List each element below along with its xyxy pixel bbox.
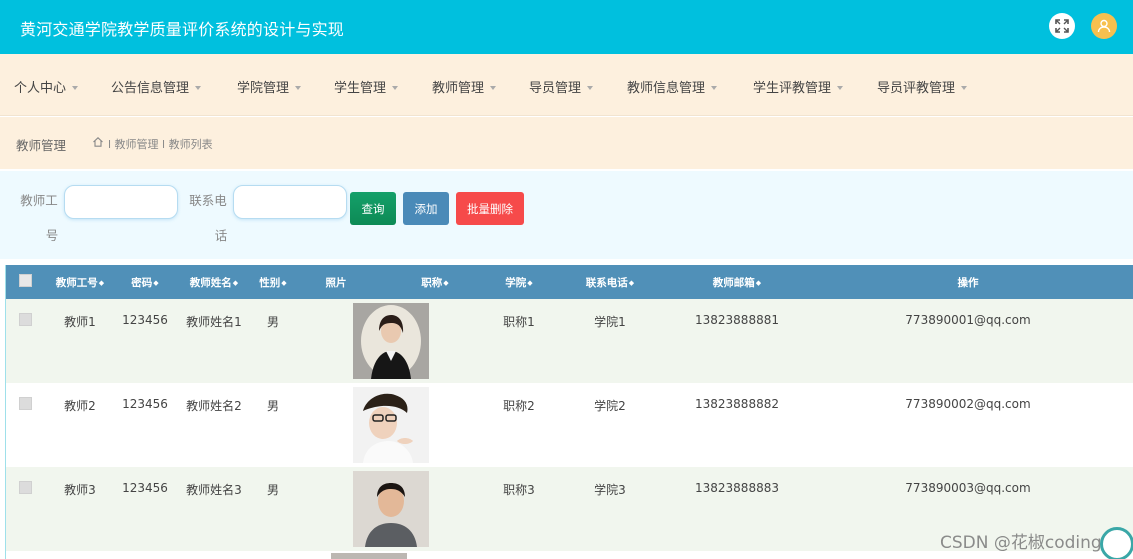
gender-cell: 男 — [266, 483, 279, 497]
column-header-name[interactable]: 教师姓名◆ — [174, 265, 254, 299]
column-header-email[interactable]: 教师邮箱◆ — [672, 265, 802, 299]
add-button[interactable]: 添加 — [403, 192, 449, 225]
college-cell: 学院2 — [594, 399, 626, 413]
teacher-no-cell: 教师3 — [64, 483, 96, 497]
sort-icon[interactable]: ◆ — [99, 279, 104, 287]
menu-item-notice-management[interactable]: 公告信息管理 — [111, 77, 202, 96]
college-cell: 学院3 — [594, 483, 626, 497]
sort-icon[interactable]: ◆ — [443, 279, 448, 287]
batch-delete-button[interactable]: 批量删除 — [456, 192, 524, 225]
menu-item-teacher-info-management[interactable]: 教师信息管理 — [627, 77, 718, 96]
sort-icon[interactable]: ◆ — [281, 279, 286, 287]
chevron-down-icon — [837, 86, 844, 90]
phone-label-line2: 话 — [214, 228, 228, 243]
row-checkbox[interactable] — [18, 481, 32, 494]
watermark: CSDN @花椒coding — [940, 533, 1102, 553]
title-cell: 职称1 — [503, 315, 535, 329]
name-cell: 教师姓名3 — [186, 483, 242, 497]
row-checkbox[interactable] — [18, 397, 32, 410]
chevron-down-icon — [195, 86, 202, 90]
column-header-password[interactable]: 密码◆ — [116, 265, 174, 299]
menu-item-student-evaluation[interactable]: 学生评教管理 — [753, 77, 844, 96]
phone-label: 联系电 — [189, 193, 227, 208]
column-header-gender[interactable]: 性别◆ — [254, 265, 292, 299]
college-cell: 学院1 — [594, 315, 626, 329]
section-title: 教师管理 — [16, 138, 67, 153]
select-all-cell — [6, 265, 44, 299]
gender-cell: 男 — [266, 315, 279, 329]
search-button[interactable]: 查询 — [350, 192, 396, 225]
breadcrumb: l 教师管理 l 教师列表 — [108, 138, 213, 151]
email-cell: 773890001@qq.com — [905, 313, 1031, 327]
phone-cell: 13823888883 — [695, 481, 779, 495]
email-cell: 773890002@qq.com — [905, 397, 1031, 411]
teacher-photo — [353, 471, 429, 547]
menu-item-student-management[interactable]: 学生管理 — [334, 77, 399, 96]
phone-cell: 13823888882 — [695, 397, 779, 411]
menu-item-counselor-evaluation[interactable]: 导员评教管理 — [877, 77, 968, 96]
teacher-no-cell: 教师1 — [64, 315, 96, 329]
teacher-table: 教师工号◆ 密码◆ 教师姓名◆ 性别◆ 照片 职称◆ 学院◆ 联系电话◆ 教师邮… — [5, 265, 1133, 559]
column-header-actions: 操作 — [957, 276, 979, 289]
teacher-no-input[interactable] — [64, 185, 178, 219]
password-cell: 123456 — [122, 481, 168, 495]
fullscreen-icon[interactable] — [1049, 13, 1075, 39]
chevron-down-icon — [72, 86, 79, 90]
home-icon[interactable] — [92, 136, 104, 148]
sort-icon[interactable]: ◆ — [527, 279, 532, 287]
table-row: 教师2 123456 教师姓名2 男 职称2 学院2 13823888882 7… — [6, 383, 1133, 467]
gender-cell: 男 — [266, 399, 279, 413]
row-checkbox[interactable] — [18, 313, 32, 326]
title-cell: 职称3 — [503, 483, 535, 497]
chevron-down-icon — [587, 86, 594, 90]
teacher-no-label-line2: 号 — [45, 228, 59, 243]
sort-icon[interactable]: ◆ — [756, 279, 761, 287]
column-header-title[interactable]: 职称◆ — [380, 265, 490, 299]
next-row-photo-partial — [331, 553, 407, 559]
menu-item-counselor-management[interactable]: 导员管理 — [529, 77, 594, 96]
name-cell: 教师姓名2 — [186, 399, 242, 413]
chevron-down-icon — [711, 86, 718, 90]
chevron-down-icon — [490, 86, 497, 90]
sort-icon[interactable]: ◆ — [629, 279, 634, 287]
main-menu: 个人中心 公告信息管理 学院管理 学生管理 教师管理 导员管理 教师信息管理 学… — [0, 54, 1133, 116]
chevron-down-icon — [392, 86, 399, 90]
column-header-photo: 照片 — [325, 276, 347, 289]
app-title: 黄河交通学院教学质量评价系统的设计与实现 — [20, 20, 345, 39]
scroll-top-icon[interactable] — [1100, 527, 1133, 559]
teacher-photo — [353, 387, 429, 463]
teacher-no-label: 教师工 — [20, 193, 58, 208]
table-header-row: 教师工号◆ 密码◆ 教师姓名◆ 性别◆ 照片 职称◆ 学院◆ 联系电话◆ 教师邮… — [6, 265, 1133, 299]
password-cell: 123456 — [122, 313, 168, 327]
password-cell: 123456 — [122, 397, 168, 411]
title-cell: 职称2 — [503, 399, 535, 413]
teacher-photo — [353, 303, 429, 379]
select-all-checkbox[interactable] — [18, 274, 32, 287]
chevron-down-icon — [295, 86, 302, 90]
column-header-college[interactable]: 学院◆ — [490, 265, 548, 299]
breadcrumb-bar: 教师管理 l 教师管理 l 教师列表 — [0, 117, 1133, 169]
menu-item-personal-center[interactable]: 个人中心 — [14, 77, 79, 96]
menu-item-college-management[interactable]: 学院管理 — [237, 77, 302, 96]
teacher-no-cell: 教师2 — [64, 399, 96, 413]
app-header: 黄河交通学院教学质量评价系统的设计与实现 — [0, 0, 1133, 54]
name-cell: 教师姓名1 — [186, 315, 242, 329]
sort-icon[interactable]: ◆ — [233, 279, 238, 287]
sort-icon[interactable]: ◆ — [153, 279, 158, 287]
column-header-teacher-no[interactable]: 教师工号◆ — [44, 265, 116, 299]
menu-item-teacher-management[interactable]: 教师管理 — [432, 77, 497, 96]
table-row: 教师1 123456 教师姓名1 男 职称1 学院1 13823888881 7… — [6, 299, 1133, 383]
phone-input[interactable] — [233, 185, 347, 219]
phone-cell: 13823888881 — [695, 313, 779, 327]
user-avatar-icon[interactable] — [1091, 13, 1117, 39]
chevron-down-icon — [961, 86, 968, 90]
search-panel: 教师工 号 联系电 话 查询 添加 批量删除 — [0, 171, 1133, 259]
column-header-phone[interactable]: 联系电话◆ — [548, 265, 672, 299]
